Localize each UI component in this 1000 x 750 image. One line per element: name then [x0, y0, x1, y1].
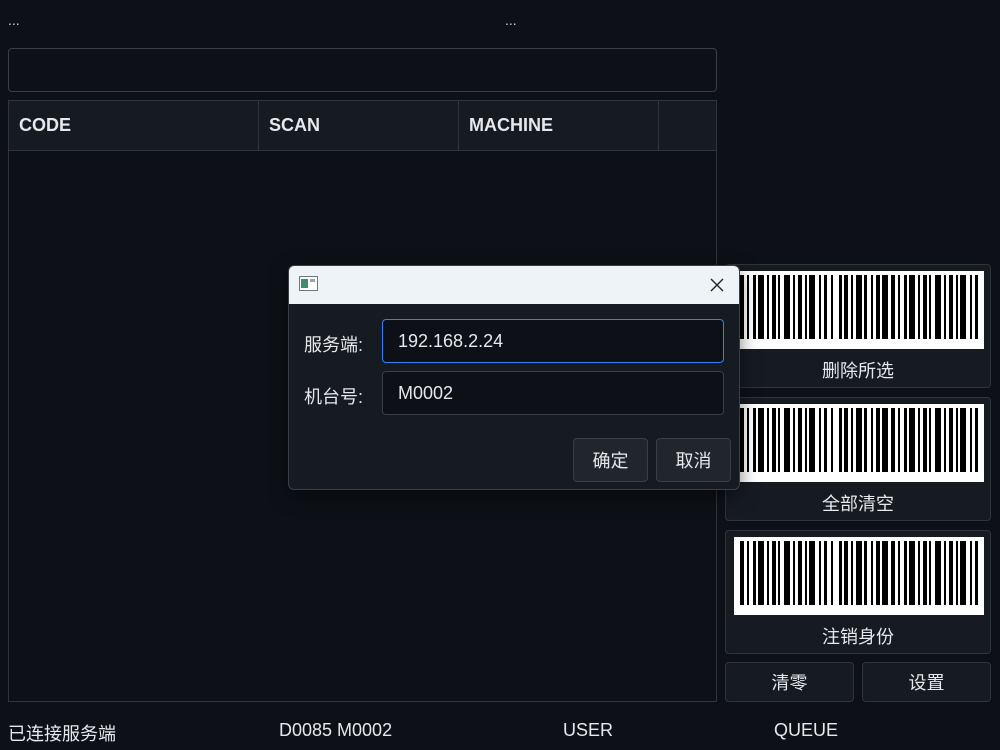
user-status: USER — [563, 720, 614, 740]
top-left-text: ... — [8, 12, 20, 28]
clear-all-button[interactable]: 全部清空 — [725, 397, 991, 521]
logout-button[interactable]: 注销身份 — [725, 530, 991, 654]
confirm-button[interactable]: 确定 — [573, 438, 648, 482]
close-icon[interactable] — [703, 271, 731, 299]
delete-selected-button[interactable]: 删除所选 — [725, 264, 991, 388]
clear-all-label: 全部清空 — [822, 494, 894, 514]
scan-input[interactable] — [8, 48, 717, 92]
barcode-icon — [734, 404, 984, 482]
table-header: CODE SCAN MACHINE — [9, 101, 716, 151]
cancel-button[interactable]: 取消 — [656, 438, 731, 482]
settings-dialog: 服务端: 机台号: 确定 取消 — [288, 265, 740, 490]
top-mid-text: ... — [505, 12, 517, 28]
server-label: 服务端: — [304, 335, 364, 355]
column-header-scan[interactable]: SCAN — [259, 101, 459, 150]
device-ids-status: D0085 M0002 — [279, 720, 393, 740]
server-address-input[interactable] — [382, 319, 724, 363]
column-header-machine[interactable]: MACHINE — [459, 101, 659, 150]
logout-label: 注销身份 — [822, 627, 894, 647]
window-icon — [299, 276, 318, 291]
column-header-code[interactable]: CODE — [9, 101, 259, 150]
delete-selected-label: 删除所选 — [822, 361, 894, 381]
column-header-extra[interactable] — [659, 101, 716, 150]
barcode-icon — [734, 271, 984, 349]
connection-status: 已连接服务端 — [8, 724, 116, 744]
dialog-titlebar[interactable] — [289, 266, 739, 304]
settings-button[interactable]: 设置 — [862, 662, 991, 702]
zero-button[interactable]: 清零 — [725, 662, 854, 702]
machine-label: 机台号: — [304, 387, 364, 407]
barcode-icon — [734, 537, 984, 615]
machine-number-input[interactable] — [382, 371, 724, 415]
queue-status: QUEUE — [774, 720, 839, 740]
